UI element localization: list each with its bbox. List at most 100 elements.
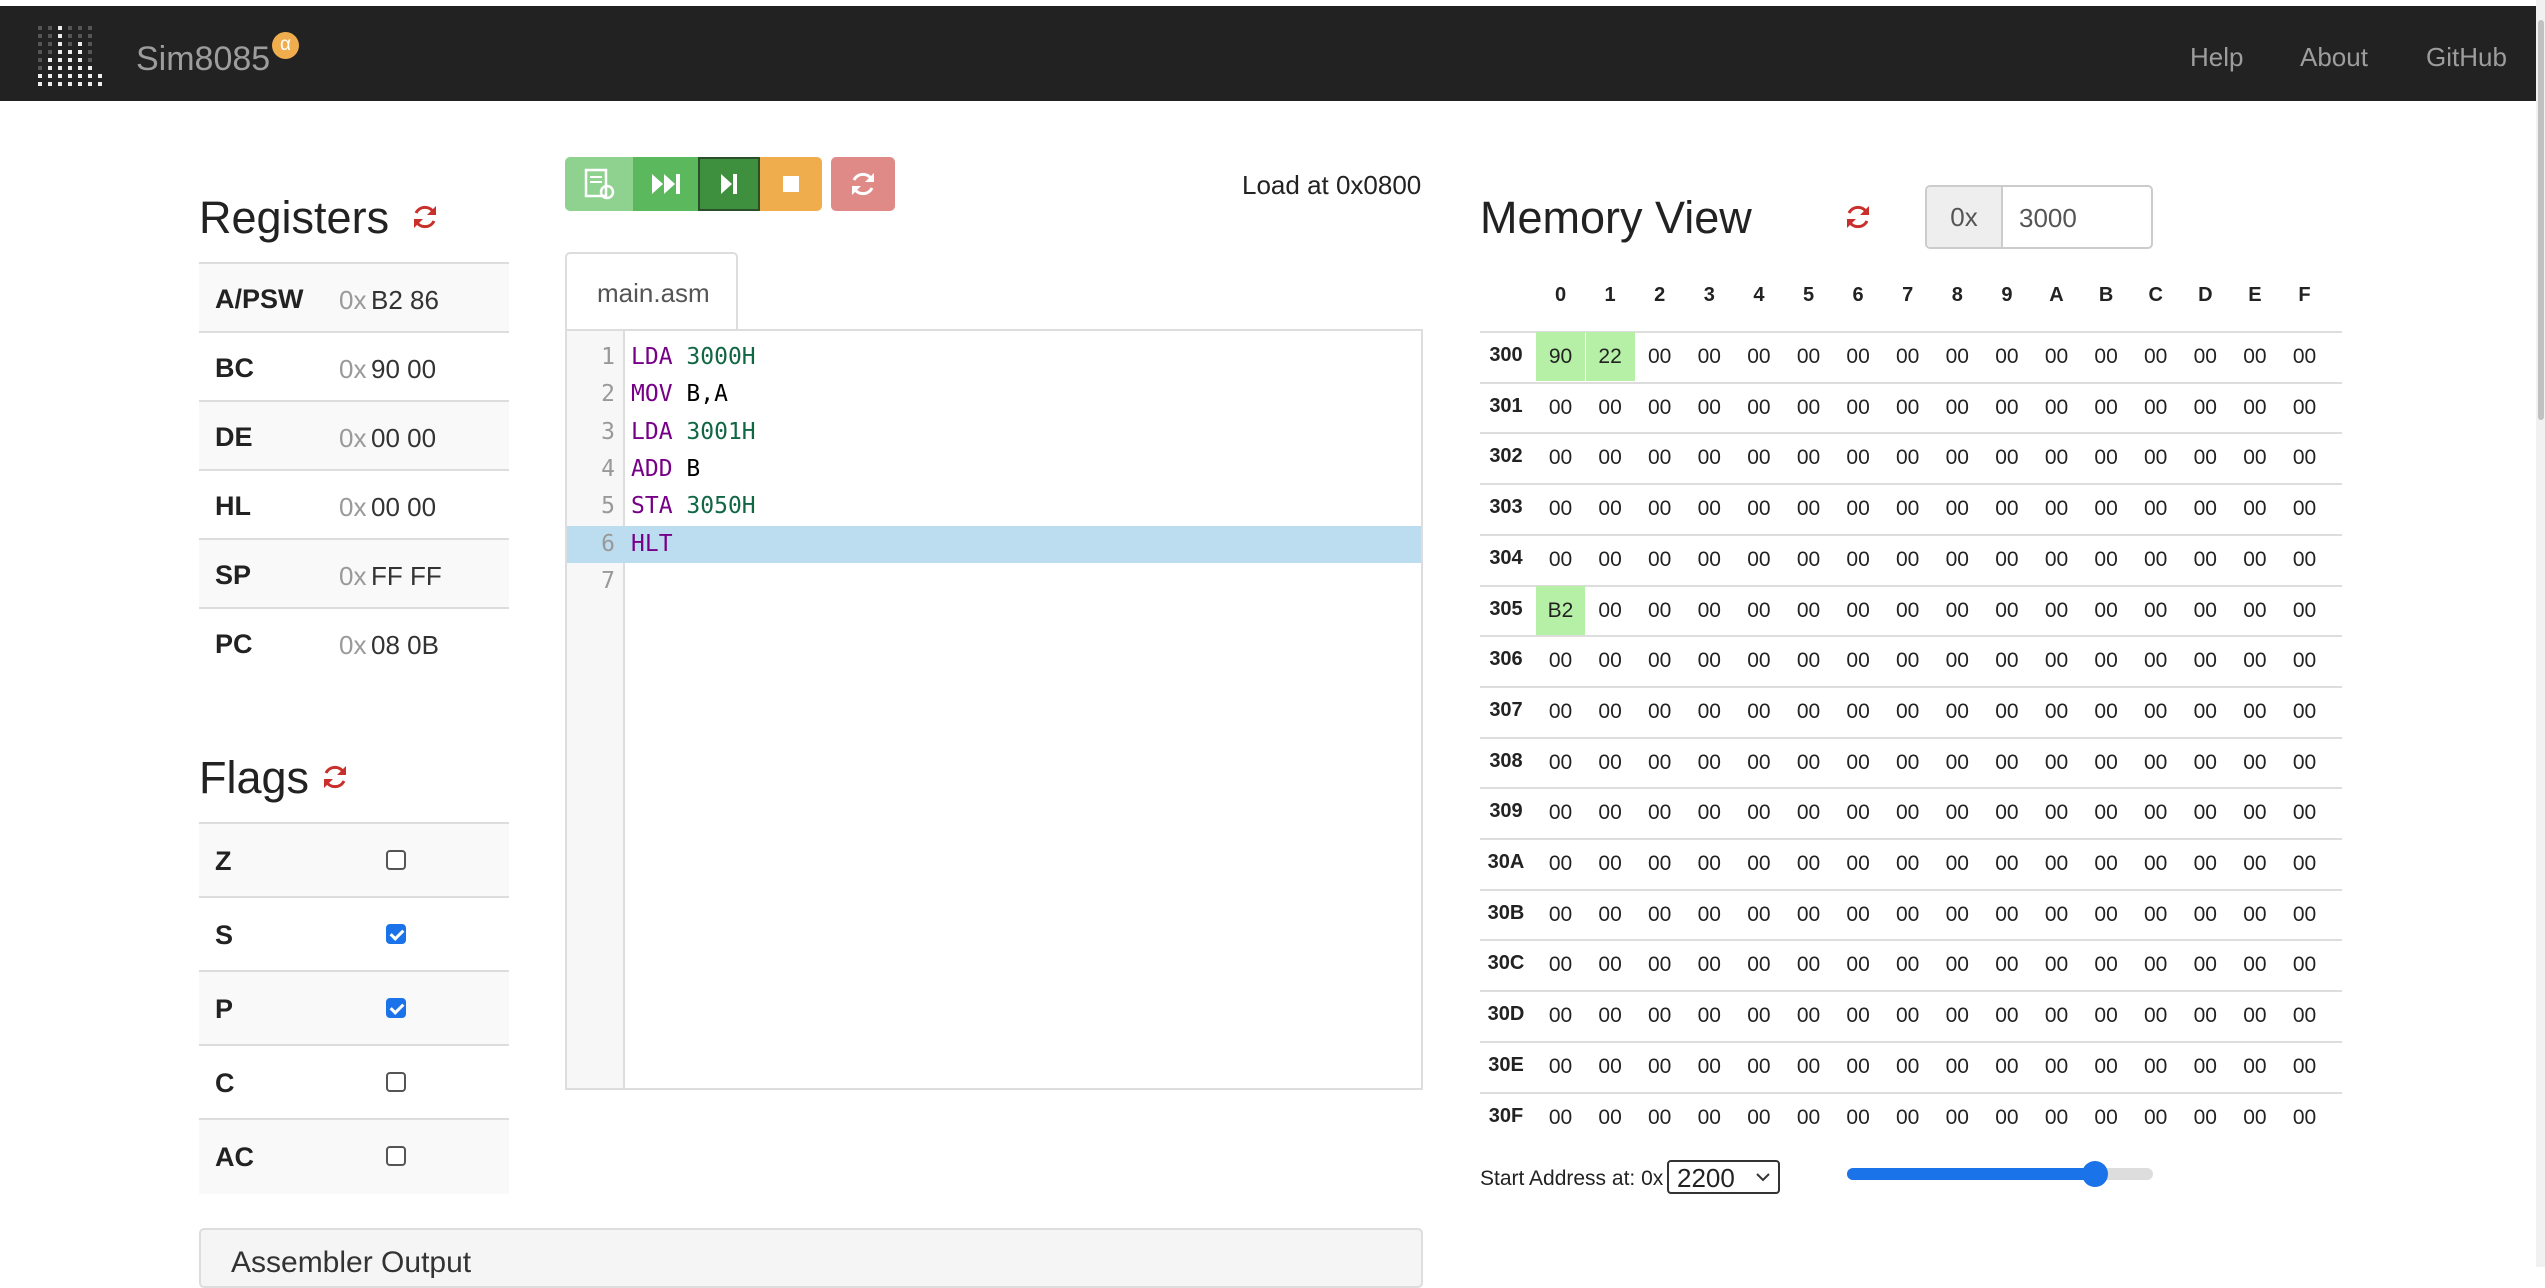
brand-title[interactable]: Sim8085 [136,40,270,79]
memory-cell[interactable]: 00 [1883,788,1932,837]
memory-cell[interactable]: 00 [1834,687,1883,736]
memory-cell[interactable]: 00 [2181,586,2230,635]
memory-cell[interactable]: 00 [1834,484,1883,533]
memory-cell[interactable]: 00 [1536,890,1585,939]
memory-cell[interactable]: 00 [1933,636,1982,685]
memory-cell[interactable]: 00 [1536,1042,1585,1091]
memory-cell[interactable]: 00 [1784,687,1833,736]
memory-cell[interactable]: 00 [2230,738,2279,787]
memory-cell[interactable]: 00 [2032,535,2081,584]
memory-cell[interactable]: 00 [1685,383,1734,432]
memory-cell[interactable]: 00 [1933,788,1982,837]
memory-cell[interactable]: 00 [1586,636,1635,685]
memory-cell[interactable]: 00 [1635,636,1684,685]
memory-cell[interactable]: 00 [1635,991,1684,1040]
memory-cell[interactable]: 00 [1933,890,1982,939]
memory-cell[interactable]: 00 [2181,940,2230,989]
memory-cell[interactable]: 00 [1586,383,1635,432]
memory-cell[interactable]: 00 [2032,586,2081,635]
memory-cell[interactable]: 00 [1883,738,1932,787]
memory-cell[interactable]: 00 [1536,788,1585,837]
memory-cell[interactable]: 00 [2032,433,2081,482]
memory-cell[interactable]: 00 [1784,332,1833,381]
memory-cell[interactable]: 00 [1982,383,2031,432]
code-line[interactable]: 6 HLT [567,525,1421,563]
memory-cell[interactable]: 00 [1734,738,1783,787]
memory-cell[interactable]: 00 [1536,636,1585,685]
memory-cell[interactable]: 00 [2181,788,2230,837]
memory-cell[interactable]: 00 [1834,332,1883,381]
memory-cell[interactable]: 00 [1982,433,2031,482]
memory-cell[interactable]: 00 [2032,1093,2081,1142]
memory-cell[interactable]: 00 [1982,687,2031,736]
memory-slider-thumb[interactable] [2081,1161,2108,1187]
memory-cell[interactable]: 00 [1883,1042,1932,1091]
memory-cell[interactable]: 00 [2181,1093,2230,1142]
memory-cell[interactable]: 00 [2131,586,2180,635]
memory-cell[interactable]: 00 [1933,586,1982,635]
memory-cell[interactable]: 00 [1734,1093,1783,1142]
memory-cell[interactable]: 00 [2230,1093,2279,1142]
nav-link-github[interactable]: GitHub [2426,42,2507,73]
memory-cell[interactable]: 00 [1982,890,2031,939]
memory-cell[interactable]: 00 [1586,991,1635,1040]
memory-cell[interactable]: 00 [1586,586,1635,635]
memory-cell[interactable]: 00 [2032,332,2081,381]
memory-cell[interactable]: 00 [2280,1042,2329,1091]
memory-cell[interactable]: 00 [1883,890,1932,939]
memory-cell[interactable]: 00 [1933,433,1982,482]
memory-cell[interactable]: 00 [2082,738,2131,787]
memory-cell[interactable]: 00 [2181,383,2230,432]
memory-cell[interactable]: 00 [2280,1093,2329,1142]
memory-cell[interactable]: 00 [1635,586,1684,635]
memory-cell[interactable]: 00 [2082,586,2131,635]
step-button[interactable] [698,157,760,211]
memory-cell[interactable]: 00 [1635,940,1684,989]
memory-cell[interactable]: 00 [1883,484,1932,533]
memory-cell[interactable]: 00 [1685,484,1734,533]
memory-cell[interactable]: 00 [2181,1042,2230,1091]
memory-cell[interactable]: 00 [1734,383,1783,432]
memory-cell[interactable]: 00 [1635,535,1684,584]
memory-cell[interactable]: 00 [1734,484,1783,533]
tab-main-asm[interactable]: main.asm [565,252,738,331]
code-line[interactable]: 3 LDA 3001H [567,414,1421,451]
flag-checkbox-p[interactable] [386,998,406,1018]
memory-refresh-icon[interactable] [1843,202,1873,232]
memory-cell[interactable]: 00 [2280,636,2329,685]
memory-cell[interactable]: 00 [1982,586,2031,635]
memory-cell[interactable]: 00 [1784,1093,1833,1142]
memory-cell[interactable]: 00 [2131,484,2180,533]
memory-cell[interactable]: 00 [1784,738,1833,787]
memory-cell[interactable]: 00 [2131,1093,2180,1142]
nav-link-about[interactable]: About [2300,42,2368,73]
memory-cell[interactable]: 00 [2181,484,2230,533]
memory-cell[interactable]: 00 [2230,839,2279,888]
memory-cell[interactable]: 00 [2032,890,2081,939]
address-value[interactable]: 3000 [2019,203,2077,234]
memory-cell[interactable]: 00 [1784,991,1833,1040]
memory-cell[interactable]: 00 [1586,535,1635,584]
memory-cell[interactable]: 00 [2181,687,2230,736]
memory-cell[interactable]: 00 [2082,1093,2131,1142]
memory-cell[interactable]: 00 [1933,687,1982,736]
memory-cell[interactable]: 00 [1635,687,1684,736]
memory-cell[interactable]: 00 [1784,839,1833,888]
memory-cell[interactable]: 00 [1685,940,1734,989]
memory-cell[interactable]: 00 [2280,991,2329,1040]
memory-cell[interactable]: 00 [1883,839,1932,888]
memory-cell[interactable]: 00 [1883,433,1932,482]
memory-cell[interactable]: 00 [1982,839,2031,888]
memory-cell[interactable]: 00 [1685,890,1734,939]
memory-cell[interactable]: 00 [2032,788,2081,837]
reset-button[interactable] [831,157,895,211]
memory-cell[interactable]: 00 [1933,1093,1982,1142]
code-line[interactable]: 5 STA 3050H [567,488,1421,525]
memory-cell[interactable]: 00 [2131,332,2180,381]
memory-cell[interactable]: 00 [1586,1093,1635,1142]
memory-cell[interactable]: 00 [2082,1042,2131,1091]
memory-cell[interactable]: 00 [2280,433,2329,482]
memory-cell[interactable]: 00 [1635,839,1684,888]
memory-cell[interactable]: 00 [1586,788,1635,837]
memory-cell[interactable]: 00 [1834,738,1883,787]
